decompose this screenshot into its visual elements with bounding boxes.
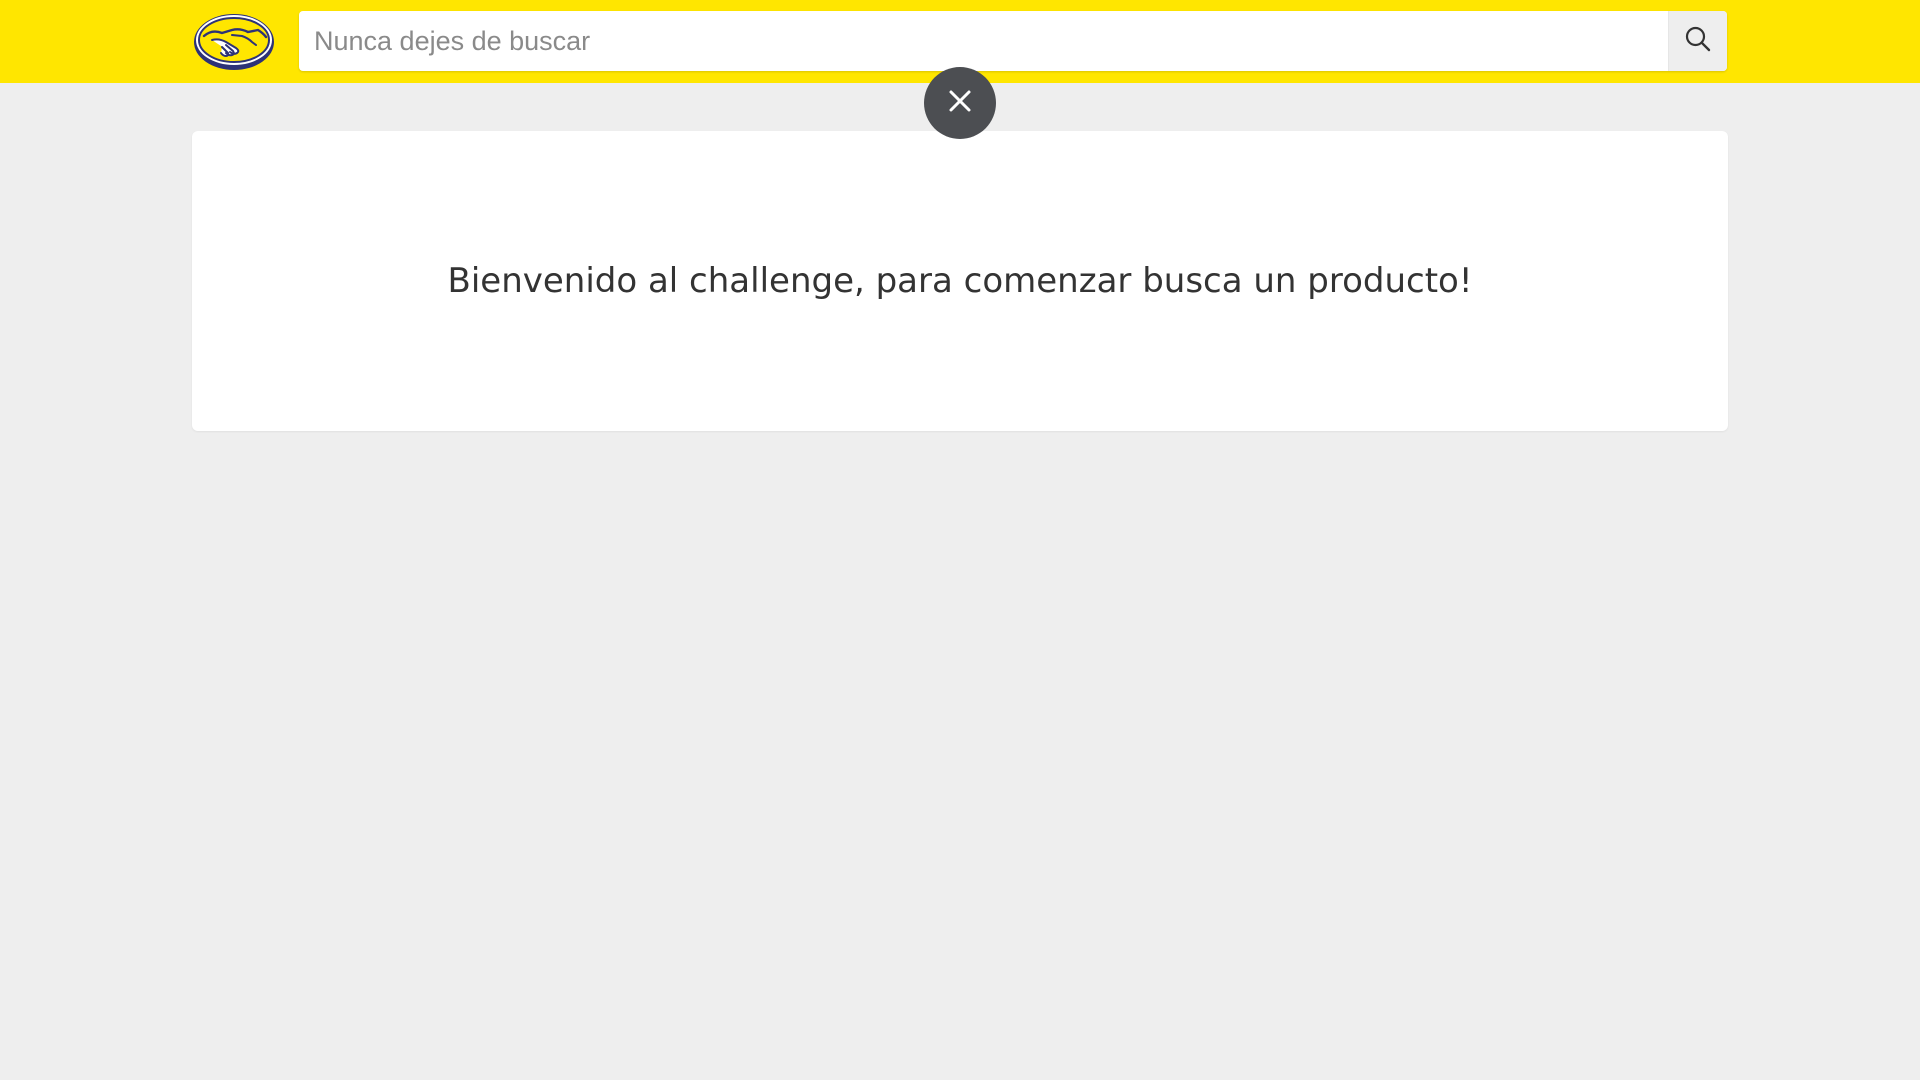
search-box [299, 11, 1727, 71]
handshake-logo-icon[interactable] [192, 11, 276, 72]
close-icon [947, 88, 973, 119]
search-button[interactable] [1668, 11, 1727, 71]
close-button[interactable] [924, 67, 996, 139]
search-icon [1684, 25, 1712, 58]
welcome-card: Bienvenido al challenge, para comenzar b… [192, 131, 1728, 431]
search-input[interactable] [299, 11, 1669, 71]
welcome-message: Bienvenido al challenge, para comenzar b… [447, 261, 1473, 301]
